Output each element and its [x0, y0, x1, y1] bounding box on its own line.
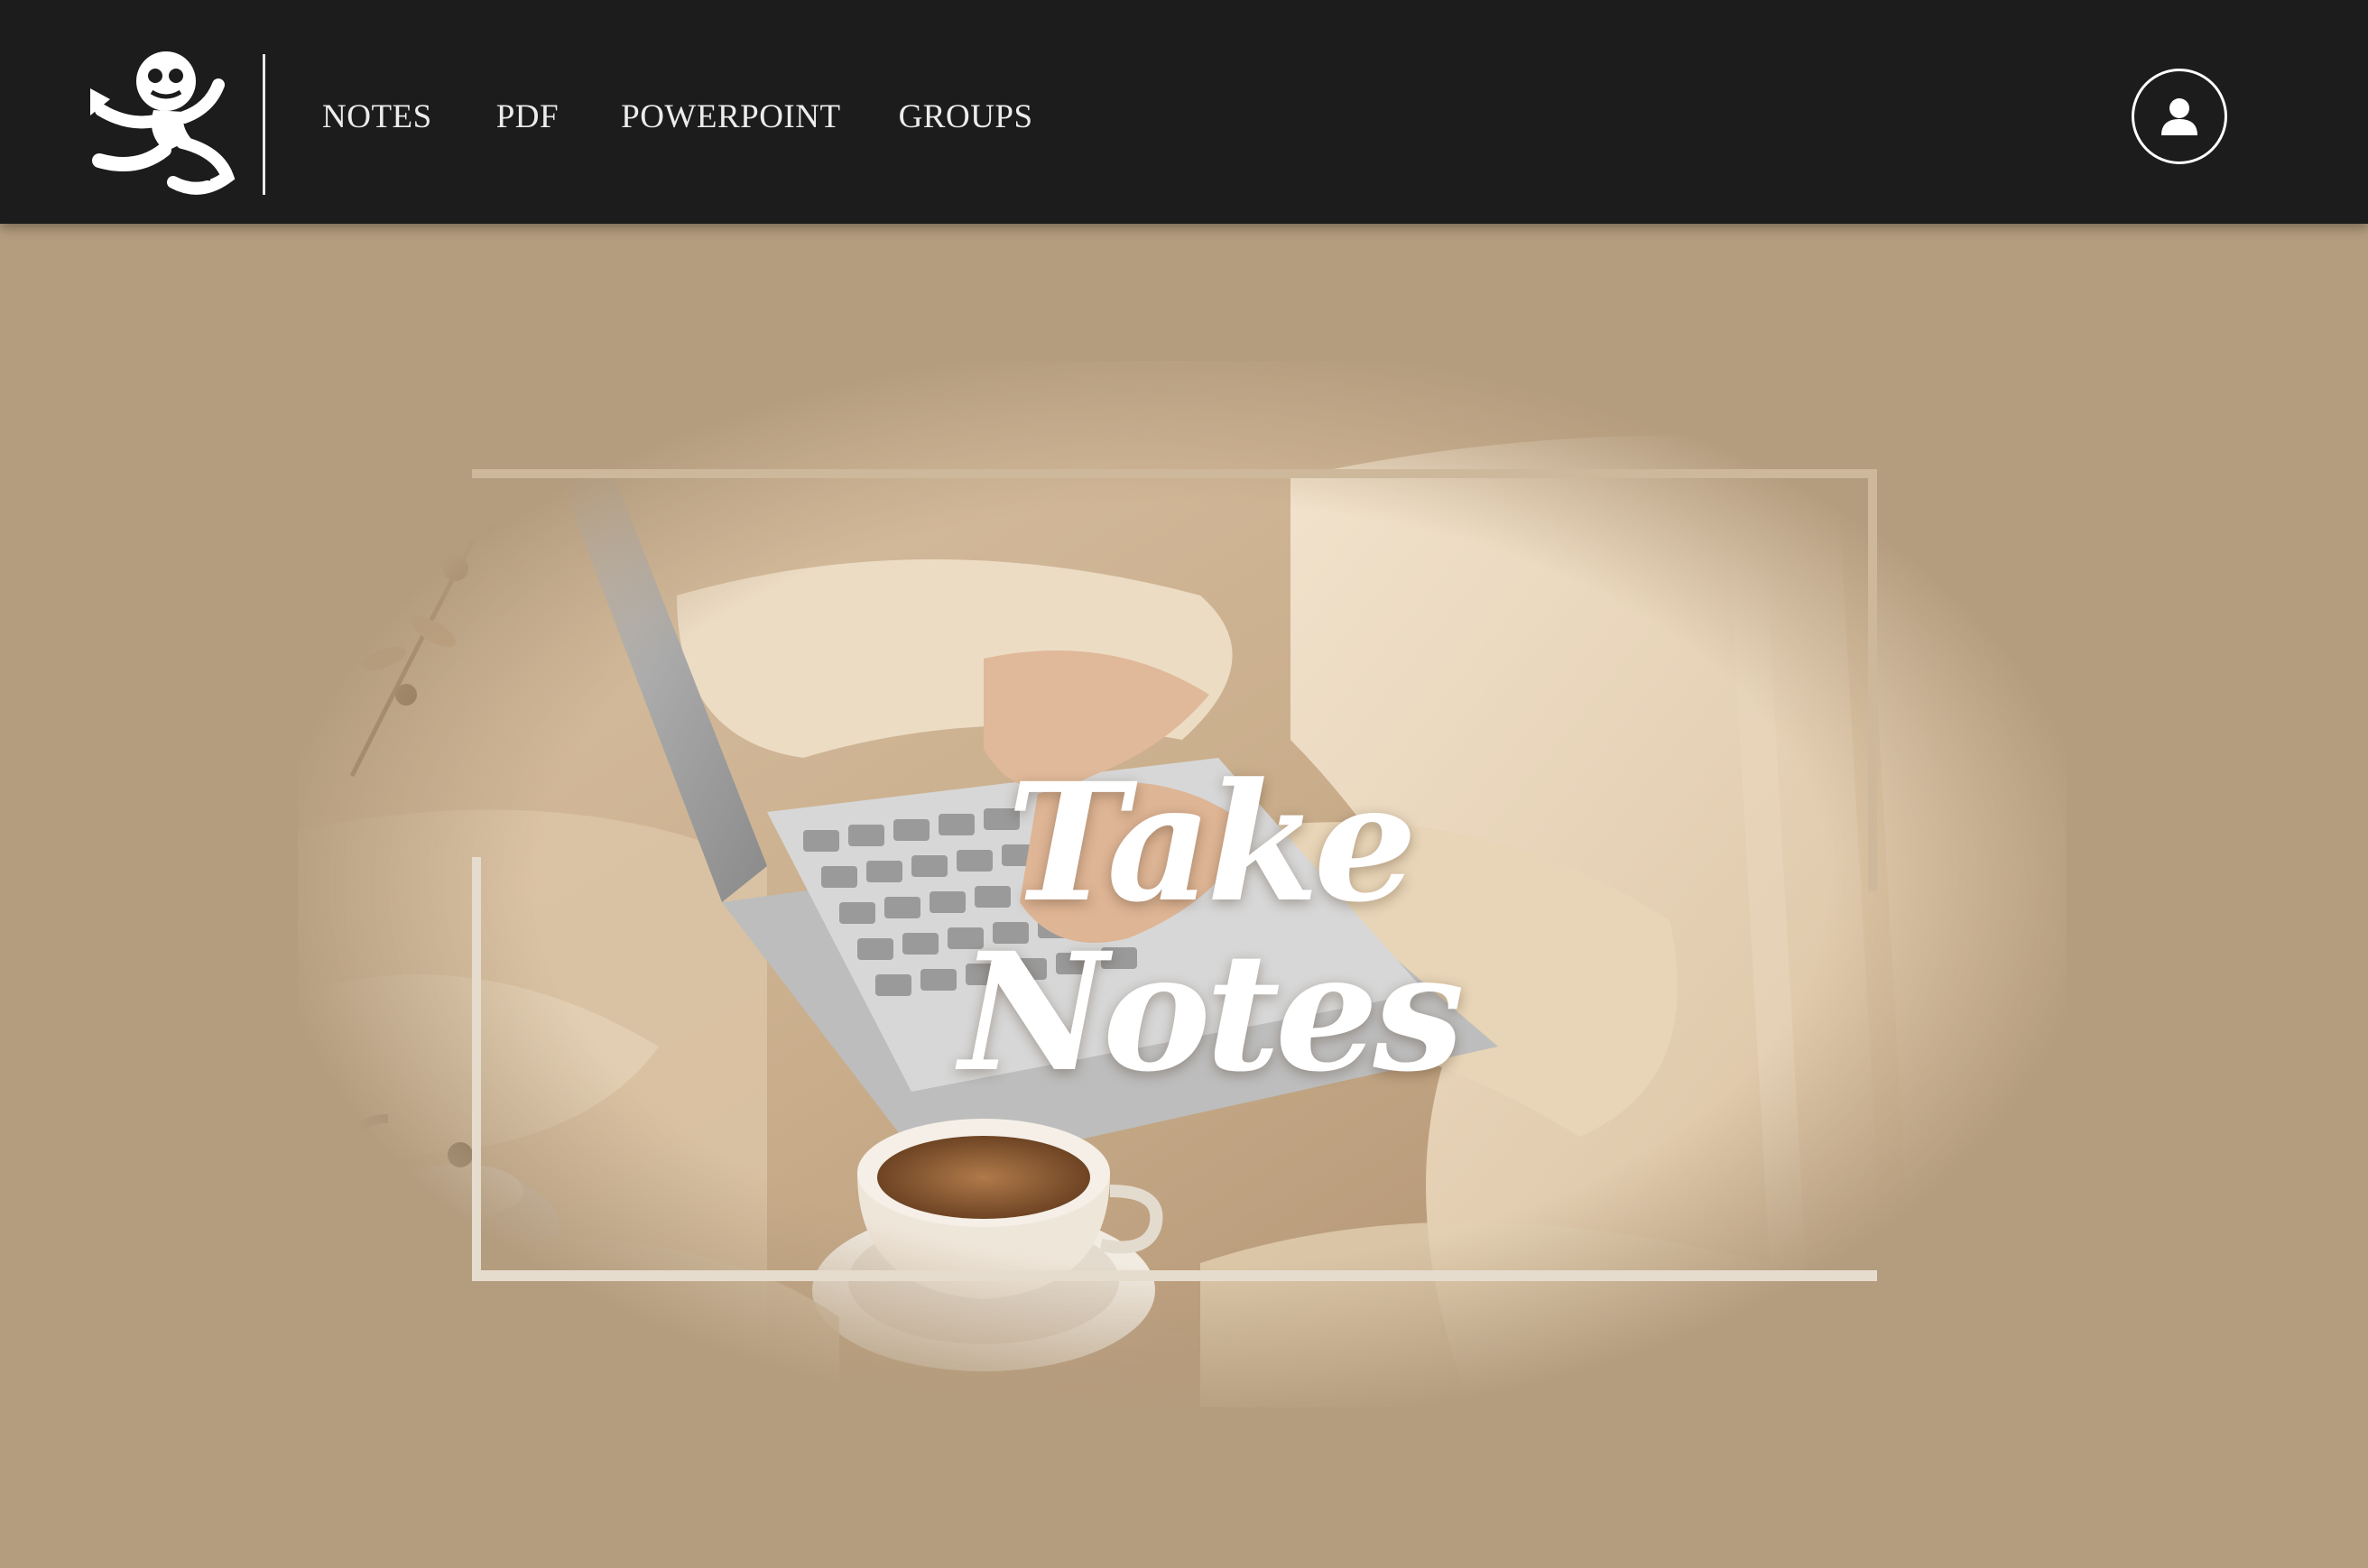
decorative-frame-right	[1868, 469, 1877, 891]
decorative-frame-bottom	[472, 1270, 1877, 1281]
nav-divider	[263, 54, 265, 195]
main-nav: NOTES PDF POWERPOINT GROUPS	[322, 97, 1033, 136]
hero-title-line2: Notes	[959, 917, 1465, 1108]
account-button[interactable]	[2132, 69, 2227, 164]
nav-link-powerpoint[interactable]: POWERPOINT	[621, 97, 840, 136]
decorative-frame-left	[472, 857, 481, 1281]
user-icon	[2161, 98, 2197, 135]
decorative-frame-top	[472, 469, 1877, 478]
hero-title-line1: Take	[1006, 747, 1418, 938]
nav-link-pdf[interactable]: PDF	[496, 97, 559, 136]
nav-link-groups[interactable]: GROUPS	[899, 97, 1033, 136]
top-navbar: NOTES PDF POWERPOINT GROUPS	[0, 0, 2368, 224]
nav-link-notes[interactable]: NOTES	[322, 97, 432, 136]
monkey-logo-icon[interactable]	[83, 45, 245, 198]
hero-title: Take Notes	[812, 747, 1606, 1108]
